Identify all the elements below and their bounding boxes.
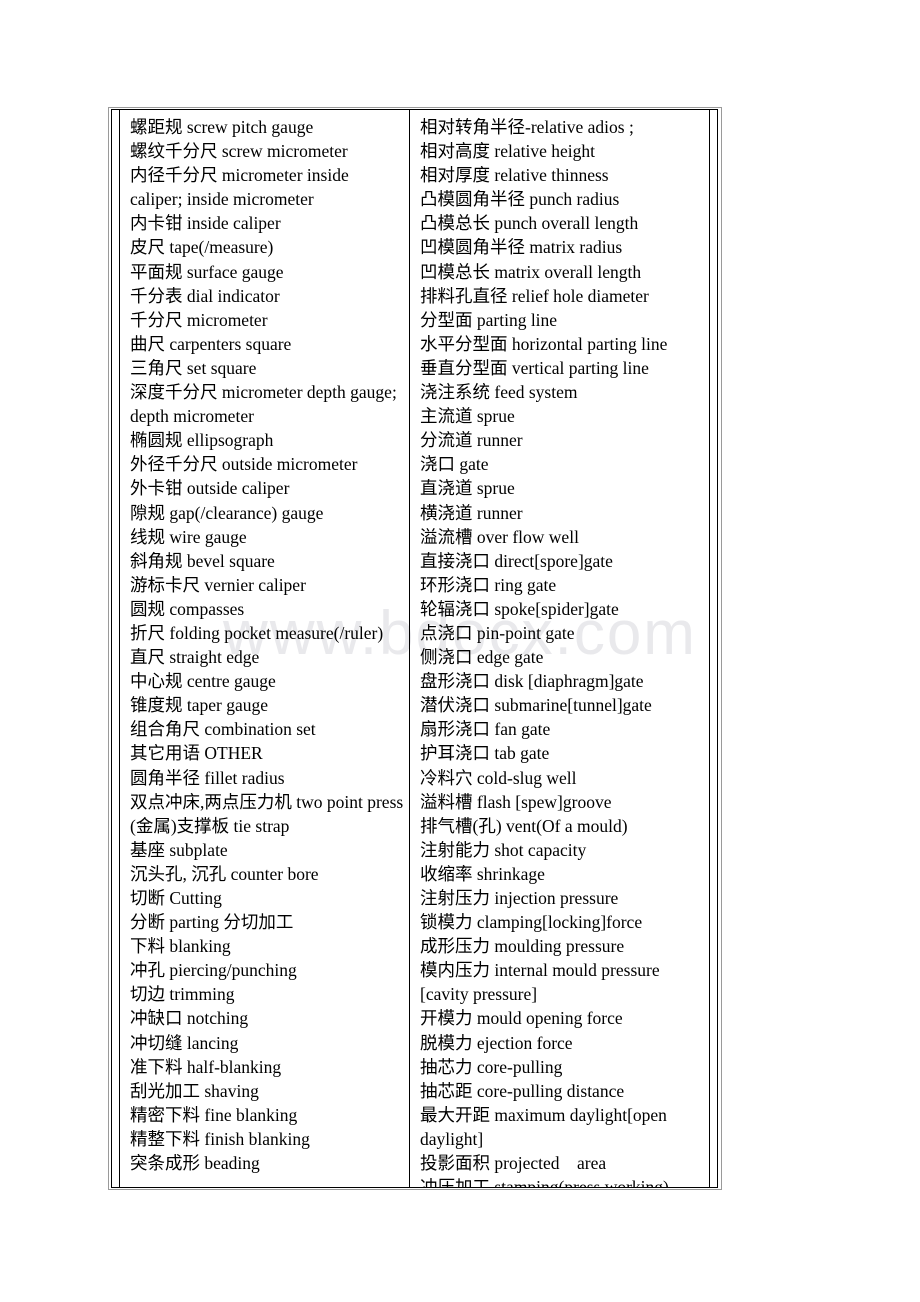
glossary-term-line: 抽芯距 core-pulling distance (420, 1080, 625, 1101)
glossary-term-line: 沉头孔, 沉孔 counter bore (130, 863, 319, 884)
glossary-term-line: 侧浇口 edge gate (420, 647, 544, 668)
glossary-table: 螺距规 screw pitch gauge 螺纹千分尺 screw microme… (108, 107, 722, 1190)
glossary-column-left: 螺距规 screw pitch gauge 螺纹千分尺 screw microme… (120, 110, 410, 1187)
glossary-term-line: 内卡钳 inside caliper (130, 213, 281, 234)
glossary-term-line: 模内压力 internal mould pressure [cavity pre… (420, 960, 664, 1005)
glossary-term-line: 凸模圆角半径 punch radius (420, 189, 620, 210)
glossary-term-line: 准下料 half-blanking (130, 1056, 282, 1077)
glossary-term-line: 曲尺 carpenters square (130, 333, 292, 354)
glossary-term-line: 螺纹千分尺 screw micrometer (130, 141, 348, 162)
glossary-term-line: 双点冲床,两点压力机 two point press (130, 791, 404, 812)
glossary-term-line: 斜角规 bevel square (130, 550, 275, 571)
glossary-term-line: 外径千分尺 outside micrometer (130, 454, 358, 475)
glossary-term-line: 点浇口 pin-point gate (420, 622, 575, 643)
glossary-term-line: 注射能力 shot capacity (420, 839, 587, 860)
glossary-term-line: 成形压力 moulding pressure (420, 936, 625, 957)
glossary-term-line: 主流道 sprue (420, 406, 515, 427)
glossary-term-line: 扇形浇口 fan gate (420, 719, 551, 740)
glossary-term-line: 线规 wire gauge (130, 526, 247, 547)
glossary-term-line: 直接浇口 direct[spore]gate (420, 550, 613, 571)
glossary-term-line: 螺距规 screw pitch gauge (130, 117, 314, 137)
glossary-term-line: 圆角半径 fillet radius (130, 767, 285, 788)
glossary-term-line: 椭圆规 ellipsograph (130, 430, 274, 451)
glossary-term-line: 基座 subplate (130, 839, 228, 860)
glossary-term-line: 盘形浇口 disk [diaphragm]gate (420, 671, 644, 692)
glossary-term-line: 相对转角半径-relative adios ; (420, 117, 634, 137)
glossary-term-line: 突条成形 beading (130, 1153, 260, 1174)
glossary-table-inner-frame: 螺距规 screw pitch gauge 螺纹千分尺 screw microme… (111, 109, 718, 1188)
glossary-term-line: 切边 trimming (130, 984, 235, 1005)
glossary-term-line: 相对厚度 relative thinness (420, 165, 609, 186)
glossary-term-line: 凸模总长 punch overall length (420, 213, 639, 234)
glossary-term-line: 千分尺 micrometer (130, 309, 268, 330)
glossary-term-line: 最大开距 maximum daylight[open daylight] (420, 1104, 672, 1149)
glossary-term-line: 脱模力 ejection force (420, 1032, 573, 1053)
glossary-term-line: 凹模总长 matrix overall length (420, 261, 642, 282)
glossary-term-line: 下料 blanking (130, 936, 231, 957)
glossary-term-line: 千分表 dial indicator (130, 285, 280, 306)
term-list-right: 相对转角半径-relative adios ; 相对高度 relative hei… (420, 115, 705, 1187)
glossary-term-line: 溢流槽 over flow well (420, 526, 579, 547)
glossary-term-line: 内径千分尺 micrometer inside caliper; inside … (130, 165, 354, 210)
glossary-term-line: 冲压加工 stamping(press working) (420, 1175, 705, 1187)
glossary-column-right: 相对转角半径-relative adios ; 相对高度 relative hei… (410, 110, 709, 1187)
glossary-term-line: 分型面 parting line (420, 309, 558, 330)
glossary-term-line: 折尺 folding pocket measure(/ruler) (130, 622, 384, 643)
glossary-term-line: 冷料穴 cold-slug well (420, 767, 577, 788)
glossary-term-line: 投影面积 projected area (420, 1153, 607, 1174)
glossary-term-line: 外卡钳 outside caliper (130, 478, 290, 499)
glossary-term-line: 圆规 compasses (130, 598, 245, 619)
glossary-term-line: 浇口 gate (420, 454, 489, 475)
glossary-term-line: 皮尺 tape(/measure) (130, 237, 274, 258)
glossary-term-line: 组合角尺 combination set (130, 719, 316, 740)
glossary-term-line: 浇注系统 feed system (420, 382, 578, 403)
glossary-term-line: 冲孔 piercing/punching (130, 960, 297, 981)
table-gutter-cell-left (112, 110, 120, 1187)
glossary-term-line: 抽芯力 core-pulling (420, 1056, 563, 1077)
glossary-term-line: 潜伏浇口 submarine[tunnel]gate (420, 695, 652, 716)
glossary-term-line: 精密下料 fine blanking (130, 1104, 298, 1125)
term-list-left: 螺距规 screw pitch gauge 螺纹千分尺 screw microme… (130, 115, 405, 1175)
glossary-term-line: 环形浇口 ring gate (420, 574, 557, 595)
glossary-term-line: 平面规 surface gauge (130, 261, 284, 282)
glossary-term-line: 其它用语 OTHER (130, 743, 263, 764)
glossary-term-line: 锁模力 clamping[locking]force (420, 912, 643, 933)
glossary-term-line: 护耳浇口 tab gate (420, 743, 550, 764)
glossary-term-line: 游标卡尺 vernier caliper (130, 574, 306, 595)
glossary-term-line: 刮光加工 shaving (130, 1080, 259, 1101)
glossary-term-line: 分流道 runner (420, 430, 523, 451)
glossary-term-line: 冲缺口 notching (130, 1008, 249, 1029)
glossary-term-line: 直浇道 sprue (420, 478, 515, 499)
glossary-term-line: 锥度规 taper gauge (130, 695, 269, 716)
glossary-term-line: 精整下料 finish blanking (130, 1128, 310, 1149)
glossary-term-line: 轮辐浇口 spoke[spider]gate (420, 598, 619, 619)
glossary-term-line: 排料孔直径 relief hole diameter (420, 285, 649, 306)
glossary-term-line: 切断 Cutting (130, 888, 222, 908)
glossary-term-line: (金属)支撑板 tie strap (130, 815, 290, 836)
glossary-term-line: 横浇道 runner (420, 502, 523, 523)
glossary-term-line: 注射压力 injection pressure (420, 888, 619, 908)
glossary-term-line: 隙规 gap(/clearance) gauge (130, 502, 324, 523)
glossary-term-line: 冲切缝 lancing (130, 1032, 239, 1053)
glossary-term-line: 垂直分型面 vertical parting line (420, 357, 649, 378)
glossary-term-line: 收缩率 shrinkage (420, 863, 545, 884)
glossary-term-line: 直尺 straight edge (130, 647, 260, 668)
glossary-term-line: 排气槽(孔) vent(Of a mould) (420, 815, 628, 836)
table-gutter-cell-right (709, 110, 717, 1187)
glossary-term-line: 水平分型面 horizontal parting line (420, 333, 668, 354)
glossary-term-line: 相对高度 relative height (420, 141, 595, 162)
glossary-term-line: 分断 parting 分切加工 (130, 912, 294, 933)
glossary-term-line: 深度千分尺 micrometer depth gauge; depth micr… (130, 382, 402, 427)
glossary-term-line: 溢料槽 flash [spew]groove (420, 791, 612, 812)
glossary-term-line: 开模力 mould opening force (420, 1008, 623, 1029)
glossary-term-line: 中心规 centre gauge (130, 671, 276, 692)
glossary-term-line: 三角尺 set square (130, 357, 257, 378)
glossary-term-line: 凹模圆角半径 matrix radius (420, 237, 623, 258)
